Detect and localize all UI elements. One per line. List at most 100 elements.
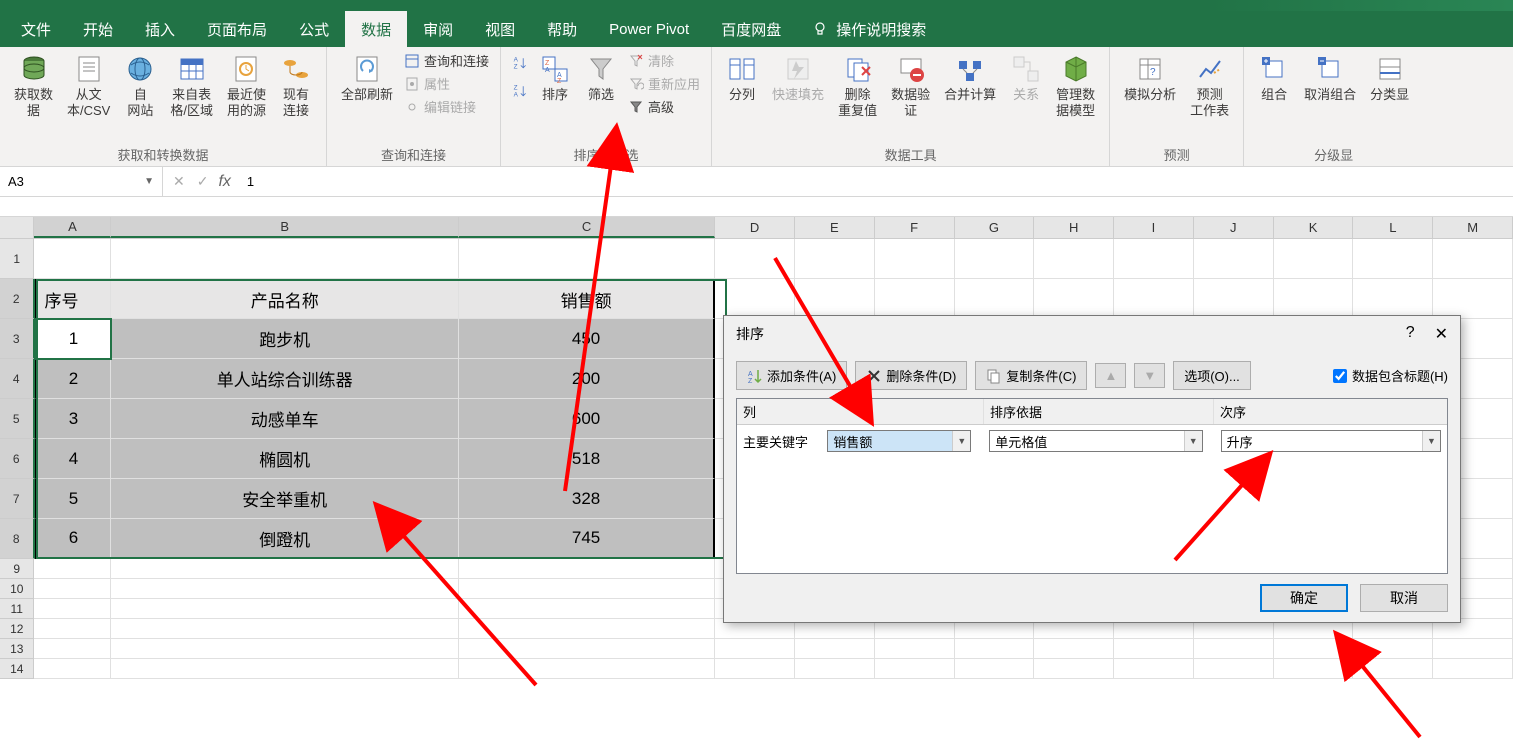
col-header[interactable]: K — [1274, 217, 1354, 238]
tab-data[interactable]: 数据 — [345, 11, 407, 48]
cell[interactable]: 跑步机 — [111, 319, 459, 359]
help-button[interactable]: ? — [1406, 324, 1415, 344]
tab-help[interactable]: 帮助 — [531, 11, 593, 48]
cell[interactable]: 2 — [35, 359, 112, 399]
cancel-button[interactable]: 取消 — [1360, 584, 1448, 612]
advanced-filter-button[interactable]: 高级 — [625, 96, 703, 117]
cell[interactable]: 328 — [459, 479, 715, 519]
confirm-formula-button[interactable]: ✓ — [197, 173, 209, 190]
tab-file[interactable]: 文件 — [5, 11, 67, 48]
filter-button[interactable]: 筛选 — [579, 50, 623, 106]
edit-links-button[interactable]: 编辑链接 — [401, 96, 492, 117]
cell[interactable]: 椭圆机 — [111, 439, 459, 479]
row-header[interactable]: 9 — [0, 559, 34, 579]
col-header[interactable]: G — [955, 217, 1035, 238]
cell[interactable]: 产品名称 — [111, 279, 459, 319]
tab-powerpivot[interactable]: Power Pivot — [593, 13, 705, 46]
remove-dup-button[interactable]: 删除重复值 — [832, 50, 883, 121]
row-header[interactable]: 4 — [0, 359, 35, 399]
row-header[interactable]: 12 — [0, 619, 34, 639]
properties-button[interactable]: 属性 — [401, 73, 492, 94]
data-validation-button[interactable]: 数据验证 — [885, 50, 936, 121]
row-header[interactable]: 10 — [0, 579, 34, 599]
tab-baidu[interactable]: 百度网盘 — [705, 11, 797, 48]
sort-column-dropdown[interactable]: 销售额▼ — [827, 430, 971, 452]
col-header[interactable]: J — [1194, 217, 1274, 238]
cell[interactable]: 745 — [459, 519, 715, 559]
col-header[interactable]: F — [875, 217, 955, 238]
row-header[interactable]: 1 — [0, 239, 34, 279]
sort-options-button[interactable]: 选项(O)... — [1173, 361, 1251, 390]
queries-button[interactable]: 查询和连接 — [401, 50, 492, 71]
row-header[interactable]: 3 — [0, 319, 35, 359]
sort-on-dropdown[interactable]: 单元格值▼ — [989, 430, 1202, 452]
move-down-button[interactable]: ▼ — [1134, 363, 1165, 388]
cell[interactable]: 5 — [35, 479, 112, 519]
copy-level-button[interactable]: 复制条件(C) — [975, 361, 1087, 390]
tab-review[interactable]: 审阅 — [407, 11, 469, 48]
relations-button[interactable]: 关系 — [1004, 50, 1048, 106]
row-header[interactable]: 13 — [0, 639, 34, 659]
ungroup-button[interactable]: 取消组合 — [1298, 50, 1362, 106]
sort-desc-button[interactable]: ZA — [509, 82, 531, 100]
cell[interactable]: 序号 — [35, 279, 112, 319]
row-header[interactable]: 7 — [0, 479, 35, 519]
delete-level-button[interactable]: 删除条件(D) — [855, 361, 967, 390]
whatif-button[interactable]: ?模拟分析 — [1118, 50, 1182, 106]
cell[interactable]: 200 — [459, 359, 715, 399]
forecast-button[interactable]: 预测工作表 — [1184, 50, 1235, 121]
row-header[interactable]: 2 — [0, 279, 35, 319]
cell[interactable]: 销售额 — [459, 279, 715, 319]
col-header[interactable]: C — [459, 217, 715, 238]
data-model-button[interactable]: 管理数据模型 — [1050, 50, 1101, 121]
reapply-button[interactable]: 重新应用 — [625, 73, 703, 94]
cell[interactable]: 4 — [35, 439, 112, 479]
col-header[interactable]: M — [1433, 217, 1513, 238]
from-text-button[interactable]: 从文本/CSV — [61, 50, 116, 121]
cell[interactable]: 倒蹬机 — [111, 519, 459, 559]
consolidate-button[interactable]: 合并计算 — [938, 50, 1002, 106]
clear-filter-button[interactable]: 清除 — [625, 50, 703, 71]
col-header[interactable]: E — [795, 217, 875, 238]
row-header[interactable]: 6 — [0, 439, 35, 479]
flash-fill-button[interactable]: 快速填充 — [766, 50, 830, 106]
col-header[interactable]: H — [1034, 217, 1114, 238]
fx-icon[interactable]: fx — [218, 173, 230, 191]
from-table-button[interactable]: 来自表格/区域 — [164, 50, 219, 121]
existing-conn-button[interactable]: 现有连接 — [274, 50, 318, 121]
col-header[interactable]: D — [715, 217, 795, 238]
ok-button[interactable]: 确定 — [1260, 584, 1348, 612]
select-all-corner[interactable] — [0, 217, 34, 238]
refresh-all-button[interactable]: 全部刷新 — [335, 50, 399, 106]
tab-formula[interactable]: 公式 — [283, 11, 345, 48]
sort-button[interactable]: ZAAZ排序 — [533, 50, 577, 106]
from-web-button[interactable]: 自网站 — [118, 50, 162, 121]
sort-order-dropdown[interactable]: 升序▼ — [1221, 430, 1441, 452]
cell[interactable]: 600 — [459, 399, 715, 439]
subtotal-button[interactable]: 分类显 — [1364, 50, 1415, 106]
col-header[interactable]: L — [1353, 217, 1433, 238]
row-header[interactable]: 5 — [0, 399, 35, 439]
recent-sources-button[interactable]: 最近使用的源 — [221, 50, 272, 121]
row-header[interactable]: 11 — [0, 599, 34, 619]
cell[interactable]: 6 — [35, 519, 112, 559]
get-data-button[interactable]: 获取数据 — [8, 50, 59, 121]
cell[interactable]: 3 — [35, 399, 112, 439]
tab-home[interactable]: 开始 — [67, 11, 129, 48]
cell[interactable]: 450 — [459, 319, 715, 359]
cell[interactable]: 518 — [459, 439, 715, 479]
col-header[interactable]: A — [34, 217, 111, 238]
col-header[interactable]: B — [111, 217, 459, 238]
close-button[interactable]: ✕ — [1435, 324, 1448, 344]
sort-asc-button[interactable]: AZ — [509, 54, 531, 72]
row-header[interactable]: 14 — [0, 659, 34, 679]
col-header[interactable]: I — [1114, 217, 1194, 238]
tab-layout[interactable]: 页面布局 — [191, 11, 283, 48]
tell-me-search[interactable]: 操作说明搜索 — [812, 19, 926, 40]
move-up-button[interactable]: ▲ — [1095, 363, 1126, 388]
cell[interactable]: 单人站综合训练器 — [111, 359, 459, 399]
text-to-columns-button[interactable]: 分列 — [720, 50, 764, 106]
cell[interactable]: 1 — [35, 319, 112, 359]
formula-input[interactable]: 1 — [239, 174, 1513, 189]
row-header[interactable]: 8 — [0, 519, 35, 559]
